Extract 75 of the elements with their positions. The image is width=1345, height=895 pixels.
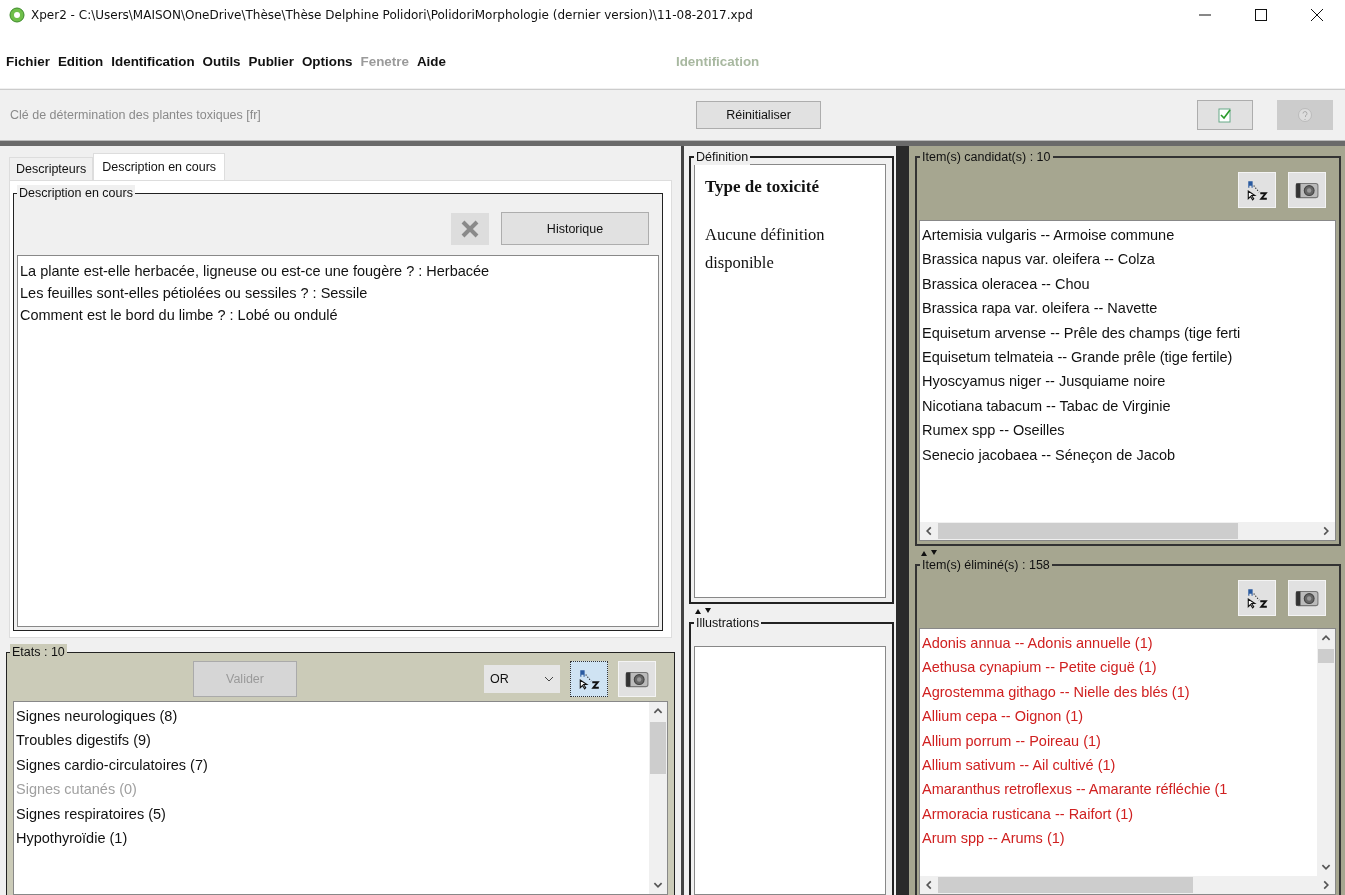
delete-button[interactable] xyxy=(451,212,489,245)
candidate-item[interactable]: Brassica rapa var. oleifera -- Navette xyxy=(922,296,1333,321)
key-title: Clé de détermination des plantes toxiques [fr] xyxy=(10,108,262,122)
eliminated-item[interactable]: Allium porrum -- Poireau (1) xyxy=(922,728,1315,754)
description-line: La plante est-elle herbacée, ligneuse ou est-ce une fougère ? : Herbacée xyxy=(20,262,491,281)
menu-item[interactable]: Edition xyxy=(57,53,104,69)
eliminated-item[interactable]: Aethusa cynapium -- Petite ciguë (1) xyxy=(922,655,1315,680)
maximize-icon[interactable] xyxy=(1255,9,1267,21)
group-title: Description en cours xyxy=(17,185,135,201)
horizontal-scrollbar[interactable] xyxy=(920,876,1335,894)
description-line: Comment est le bord du limbe ? : Lobé ou ondulé xyxy=(20,306,339,325)
app-icon xyxy=(9,7,25,23)
eliminated-item[interactable]: Allium sativum -- Ail cultivé (1) xyxy=(922,753,1315,778)
candidate-item[interactable]: Rumex spp -- Oseilles xyxy=(922,418,1333,443)
check-button[interactable] xyxy=(1197,100,1253,130)
candidate-item[interactable]: Equisetum telmateia -- Grande prêle (tige fertile) xyxy=(922,345,1333,370)
description-text-area[interactable]: La plante est-elle herbacée, ligneuse ou est-ce une fougère ? : Herbacée Les feuilles sont-elles pétiolées ou sessiles ? : Sessile Comment est le bord du limbe ? : Lobé ou ondulé xyxy=(17,255,659,627)
vertical-scrollbar[interactable] xyxy=(649,702,667,894)
state-item[interactable]: Signes neurologiques (8) xyxy=(16,704,647,729)
close-icon xyxy=(460,218,480,239)
splitter-arrows-icon[interactable] xyxy=(921,550,939,556)
camera-button[interactable] xyxy=(618,661,656,697)
eliminated-item[interactable]: Armoracia rusticana -- Raifort (1) xyxy=(922,801,1315,827)
state-item[interactable]: Signes cardio-circulatoires (7) xyxy=(16,752,647,778)
tab[interactable]: Description en cours xyxy=(93,153,226,180)
sort-az-icon xyxy=(577,668,601,690)
group-title: Définition xyxy=(694,149,751,165)
candidate-item[interactable]: Senecio jacobaea -- Séneçon de Jacob xyxy=(922,442,1333,468)
scrollbar-thumb[interactable] xyxy=(650,722,666,774)
state-item[interactable]: Troubles digestifs (9) xyxy=(16,728,647,753)
state-item[interactable]: Signes respiratoires (5) xyxy=(16,801,647,827)
definition-heading: Type de toxicité xyxy=(705,177,820,197)
candidate-item[interactable]: Nicotiana tabacum -- Tabac de Virginie xyxy=(922,393,1333,419)
sort-az-icon xyxy=(1245,179,1269,201)
camera-button[interactable] xyxy=(1288,172,1326,208)
window-title: Xper2 - C:\Users\MAISON\OneDrive\Thèse\Thèse Delphine Polidori\PolidoriMorphologie (dernier version)\11-08-2017.xpd xyxy=(31,8,754,22)
help-icon xyxy=(1297,107,1313,123)
sort-az-icon xyxy=(1245,587,1269,609)
scrollbar-thumb[interactable] xyxy=(1318,649,1334,663)
candidate-item[interactable]: Artemisia vulgaris -- Armoise commune xyxy=(922,223,1333,248)
candidate-item[interactable]: Brassica napus var. oleifera -- Colza xyxy=(922,247,1333,272)
group-title: Item(s) éliminé(s) : 158 xyxy=(920,557,1052,573)
state-item[interactable]: Hypothyroïdie (1) xyxy=(16,826,647,851)
eliminated-item[interactable]: Allium cepa -- Oignon (1) xyxy=(922,704,1315,729)
description-line: Les feuilles sont-elles pétiolées ou sessiles ? : Sessile xyxy=(20,284,369,303)
eliminated-item[interactable]: Arum spp -- Arums (1) xyxy=(922,826,1315,851)
history-button[interactable]: Historique xyxy=(501,212,649,245)
reset-button[interactable]: Réinitialiser xyxy=(696,101,821,129)
menu-item[interactable]: Aide xyxy=(416,53,446,69)
menu-item[interactable]: Publier xyxy=(248,53,294,69)
sort-button[interactable] xyxy=(570,661,608,697)
close-icon[interactable] xyxy=(1311,9,1323,21)
caret-icon xyxy=(544,676,554,682)
menu-item[interactable]: Fichier xyxy=(6,53,50,69)
menu-item[interactable]: Outils xyxy=(202,53,241,69)
vertical-scrollbar[interactable] xyxy=(1317,629,1335,876)
operator-dropdown[interactable]: OR xyxy=(484,665,560,693)
candidate-item[interactable]: Brassica oleracea -- Chou xyxy=(922,271,1333,297)
menu-item[interactable]: Options xyxy=(301,53,353,69)
definition-text: Aucune définition disponible xyxy=(705,224,826,274)
tab[interactable]: Descripteurs xyxy=(9,157,94,180)
splitter-arrows-icon[interactable] xyxy=(695,608,713,614)
checklist-icon xyxy=(1217,107,1233,123)
scrollbar-thumb[interactable] xyxy=(938,523,1238,539)
candidate-item[interactable]: Equisetum arvense -- Prêle des champs (tige ferti xyxy=(922,320,1333,346)
eliminated-item[interactable]: Amaranthus retroflexus -- Amarante réfléchie (1 xyxy=(922,777,1315,802)
mode-label: Identification xyxy=(675,53,760,69)
eliminated-item[interactable]: Agrostemma githago -- Nielle des blés (1) xyxy=(922,679,1315,705)
scrollbar-thumb[interactable] xyxy=(938,877,1193,893)
group-title: Item(s) candidat(s) : 10 xyxy=(920,149,1053,165)
menu-item[interactable]: Identification xyxy=(111,53,195,69)
horizontal-scrollbar[interactable] xyxy=(920,522,1335,540)
candidate-item[interactable]: Hyoscyamus niger -- Jusquiame noire xyxy=(922,369,1333,394)
camera-button[interactable] xyxy=(1288,580,1326,616)
eliminated-item[interactable]: Adonis annua -- Adonis annuelle (1) xyxy=(922,631,1315,656)
